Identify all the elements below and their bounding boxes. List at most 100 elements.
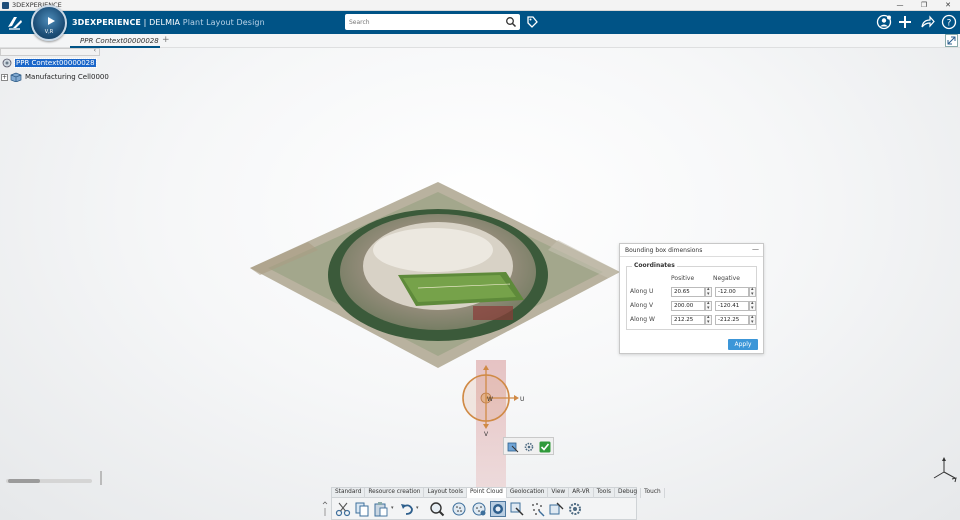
os-title-bar: 3DEXPERIENCE — ❐ ✕ — [0, 0, 960, 11]
manipulator-v-label: V — [484, 431, 489, 438]
action-tab-debug[interactable]: Debug — [615, 488, 642, 498]
search-icon[interactable] — [505, 16, 517, 28]
coordinates-group: Coordinates Positive Negative Along U 20… — [626, 262, 757, 330]
zoom-fit-icon[interactable] — [429, 501, 445, 517]
brand-product: DELMIA — [149, 18, 181, 27]
positive-u-stepper[interactable] — [705, 286, 712, 297]
point-cloud-filter-icon[interactable] — [471, 501, 487, 517]
action-bar-tabs: Standard Resource creation Layout tools … — [332, 488, 665, 498]
confirm-check-icon[interactable] — [539, 441, 551, 453]
action-tab-geolocation[interactable]: Geolocation — [507, 488, 549, 498]
negative-header: Negative — [713, 275, 740, 282]
app-logo-icon — [2, 2, 9, 9]
positive-w-stepper[interactable] — [705, 314, 712, 325]
context-toolbar — [503, 437, 554, 455]
apply-button[interactable]: Apply — [728, 339, 758, 350]
action-tab-tools[interactable]: Tools — [594, 488, 615, 498]
action-tab-view[interactable]: View — [548, 488, 570, 498]
action-tab-standard[interactable]: Standard — [332, 488, 366, 498]
compass-widget[interactable]: V,R — [31, 5, 67, 41]
tree-item-ppr-context[interactable]: PPR Context00000028 — [1, 58, 97, 68]
action-bar-icons: ▾ ▾ — [332, 499, 636, 520]
coordinates-legend: Coordinates — [632, 262, 677, 269]
robot-manipulator[interactable]: W U V — [456, 364, 528, 438]
undo-icon[interactable] — [399, 501, 415, 517]
manufacturing-cell-icon — [10, 72, 22, 82]
share-icon[interactable] — [919, 14, 935, 30]
action-bar: Standard Resource creation Layout tools … — [331, 487, 665, 520]
negative-u-stepper[interactable] — [749, 286, 756, 297]
add-tab-button[interactable]: + — [162, 35, 170, 45]
point-cloud-section-icon[interactable] — [490, 501, 506, 517]
action-tab-point-cloud[interactable]: Point Cloud — [467, 488, 507, 498]
action-tab-resource-creation[interactable]: Resource creation — [365, 488, 425, 498]
action-tab-ar-vr[interactable]: AR-VR — [569, 488, 594, 498]
positive-v-field[interactable]: 200.00 — [671, 301, 705, 311]
tab-label: PPR Context00000028 — [80, 37, 159, 45]
positive-u-field[interactable]: 20.65 — [671, 287, 705, 297]
tab-ppr-context[interactable]: PPR Context00000028 — [70, 34, 160, 48]
horizontal-slider[interactable] — [6, 479, 92, 483]
paste-icon[interactable] — [373, 501, 389, 517]
expand-node-icon[interactable]: + — [1, 73, 8, 81]
brand-app: Plant Layout Design — [182, 18, 265, 27]
copy-icon[interactable] — [354, 501, 370, 517]
play-icon — [48, 17, 55, 25]
positive-v-stepper[interactable] — [705, 300, 712, 311]
add-icon[interactable] — [897, 14, 913, 30]
tree-scrollbar[interactable]: ‹ — [0, 47, 100, 56]
panel-minimize-button[interactable]: — — [752, 245, 759, 253]
axis-triad-icon[interactable] — [930, 456, 958, 484]
negative-v-stepper[interactable] — [749, 300, 756, 311]
tree-item-label: PPR Context00000028 — [14, 58, 97, 68]
dassault-logo-icon[interactable] — [6, 14, 24, 31]
slider-thumb[interactable] — [8, 479, 40, 483]
positive-header: Positive — [671, 275, 695, 282]
compass-label: V,R — [44, 29, 54, 35]
expand-icon[interactable] — [945, 34, 958, 47]
close-window-button[interactable]: ✕ — [938, 0, 958, 11]
negative-w-stepper[interactable] — [749, 314, 756, 325]
negative-v-field[interactable]: -120.41 — [715, 301, 749, 311]
undo-dropdown-icon[interactable]: ▾ — [416, 505, 419, 511]
positive-w-field[interactable]: 212.25 — [671, 315, 705, 325]
manipulator-w-label: W — [487, 396, 493, 403]
minimize-window-button[interactable]: — — [890, 0, 910, 11]
settings-icon[interactable] — [523, 441, 535, 453]
action-tab-layout-tools[interactable]: Layout tools — [424, 488, 468, 498]
user-profile-icon[interactable] — [876, 14, 892, 30]
action-bar-grip-icon[interactable] — [322, 500, 328, 518]
search-input[interactable] — [349, 16, 499, 28]
paste-dropdown-icon[interactable]: ▾ — [391, 505, 394, 511]
help-icon[interactable]: ? — [941, 14, 957, 30]
manipulator-u-label: U — [520, 396, 524, 403]
scroll-left-icon[interactable]: ‹ — [94, 47, 96, 54]
app-header: 3DEXPERIENCE | DELMIA Plant Layout Desig… — [0, 11, 960, 34]
negative-w-field[interactable]: -212.25 — [715, 315, 749, 325]
point-cloud-measure-icon[interactable] — [548, 501, 564, 517]
point-cloud-sample-icon[interactable] — [529, 501, 545, 517]
ppr-context-icon — [2, 58, 12, 68]
search-box[interactable] — [345, 14, 520, 30]
restore-window-button[interactable]: ❐ — [914, 0, 934, 11]
robot-select-icon[interactable] — [507, 441, 519, 453]
cut-icon[interactable] — [335, 501, 351, 517]
action-tab-touch[interactable]: Touch — [641, 488, 665, 498]
point-cloud-display-icon[interactable] — [451, 501, 467, 517]
point-cloud-stadium[interactable] — [248, 180, 623, 370]
row-label-v: Along V — [630, 302, 654, 309]
tab-bar: PPR Context00000028 + — [0, 34, 960, 48]
panel-resize-handle[interactable] — [100, 471, 102, 485]
brand-separator: | — [141, 18, 150, 27]
divider — [620, 256, 763, 257]
brand-title: 3DEXPERIENCE | DELMIA Plant Layout Desig… — [72, 18, 265, 27]
row-label-u: Along U — [630, 288, 654, 295]
bounding-box-panel: Bounding box dimensions — Coordinates Po… — [619, 243, 764, 354]
tree-item-manufacturing-cell[interactable]: + Manufacturing Cell0000 — [1, 72, 110, 82]
tag-icon[interactable] — [526, 15, 538, 29]
point-cloud-edit-icon[interactable] — [509, 501, 525, 517]
point-cloud-settings-icon[interactable] — [567, 501, 583, 517]
svg-text:?: ? — [947, 19, 952, 29]
panel-title: Bounding box dimensions — [625, 247, 703, 254]
negative-u-field[interactable]: -12.00 — [715, 287, 749, 297]
